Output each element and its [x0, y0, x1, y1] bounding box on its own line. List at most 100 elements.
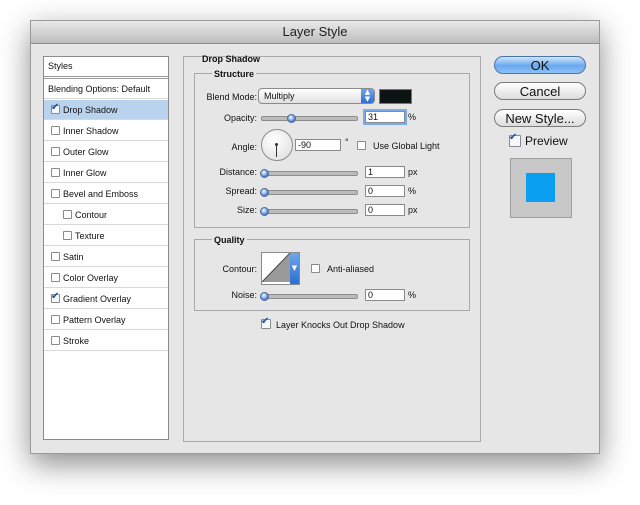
style-item-outer-glow[interactable]: Outer Glow [44, 142, 168, 162]
size-field[interactable]: 0 [365, 204, 405, 216]
style-item-checkbox[interactable] [51, 273, 60, 282]
size-value: 0 [368, 205, 374, 215]
cancel-button[interactable]: Cancel [494, 82, 586, 100]
style-item-label: Inner Shadow [63, 126, 119, 136]
style-item-label: Bevel and Emboss [63, 189, 139, 199]
contour-picker[interactable]: ▼ [261, 252, 300, 285]
angle-label: Angle: [231, 142, 257, 152]
style-item-checkbox[interactable] [51, 189, 60, 198]
style-item-checkbox[interactable] [51, 291, 60, 303]
noise-slider[interactable] [260, 292, 358, 301]
angle-dial-needle [276, 145, 277, 157]
anti-aliased-label: Anti-aliased [327, 264, 375, 274]
opacity-field[interactable]: 31 [365, 111, 405, 123]
anti-aliased-checkbox[interactable] [311, 264, 320, 273]
style-item-checkbox[interactable] [63, 231, 72, 240]
style-item-label: Blending Options: Default [48, 84, 151, 94]
angle-value: -90 [298, 140, 312, 150]
style-item-drop-shadow[interactable]: Drop Shadow [44, 100, 168, 120]
style-item-label: Stroke [63, 336, 90, 346]
style-item-satin[interactable]: Satin [44, 247, 168, 267]
noise-slider-thumb[interactable] [260, 292, 269, 301]
opacity-slider-thumb[interactable] [287, 114, 297, 123]
contour-dropdown-arrow-icon[interactable]: ▼ [290, 253, 299, 284]
style-item-label: Satin [63, 252, 84, 262]
distance-field[interactable]: 1 [365, 166, 405, 178]
new-style-button[interactable]: New Style... [494, 109, 586, 127]
drop-shadow-panel: Drop Shadow Structure Blend Mode: Multip… [183, 54, 481, 442]
popup-arrows-icon: ▲ ▼ [361, 89, 374, 103]
styles-header[interactable]: Styles [44, 57, 168, 79]
style-item-gradient-overlay[interactable]: Gradient Overlay [44, 289, 168, 309]
style-item-label: Gradient Overlay [63, 294, 132, 304]
style-item-checkbox[interactable] [51, 336, 60, 345]
style-item-label: Contour [75, 210, 108, 220]
size-unit: px [408, 205, 418, 215]
style-item-color-overlay[interactable]: Color Overlay [44, 268, 168, 288]
use-global-light-checkbox[interactable] [357, 141, 366, 150]
style-item-checkbox[interactable] [51, 126, 60, 135]
blend-mode-label: Blend Mode: [206, 92, 257, 102]
style-item-inner-shadow[interactable]: Inner Shadow [44, 121, 168, 141]
opacity-label: Opacity: [223, 113, 257, 123]
noise-unit: % [408, 290, 417, 300]
layer-knocks-out-label: Layer Knocks Out Drop Shadow [276, 320, 405, 330]
style-item-stroke[interactable]: Stroke [44, 331, 168, 351]
noise-field[interactable]: 0 [365, 289, 405, 301]
style-item-bevel-and-emboss[interactable]: Bevel and Emboss [44, 184, 168, 204]
blend-mode-value: Multiply [264, 91, 295, 101]
spread-slider-thumb[interactable] [260, 188, 269, 197]
style-item-checkbox[interactable] [51, 252, 60, 261]
style-item-checkbox[interactable] [51, 315, 60, 324]
angle-degree-unit: ° [345, 137, 349, 147]
style-item-checkbox[interactable] [51, 147, 60, 156]
preview-swatch [526, 173, 555, 202]
contour-linear-icon [262, 253, 290, 282]
size-label: Size: [236, 205, 257, 215]
layer-knocks-out-checkbox[interactable] [261, 316, 271, 329]
angle-field[interactable]: -90 [295, 139, 341, 151]
angle-dial-center [275, 143, 278, 146]
size-slider[interactable] [260, 207, 358, 216]
contour-label: Contour: [222, 264, 257, 274]
styles-header-label: Styles [48, 61, 73, 71]
drop-shadow-title: Drop Shadow [202, 54, 260, 64]
spread-slider[interactable] [260, 188, 358, 197]
spread-field[interactable]: 0 [365, 185, 405, 197]
title-bar[interactable]: Layer Style [31, 21, 599, 44]
style-item-pattern-overlay[interactable]: Pattern Overlay [44, 310, 168, 330]
spread-label: Spread: [225, 186, 257, 196]
layer-style-dialog: Layer Style Styles Blending Options: Def… [30, 20, 600, 454]
noise-value: 0 [368, 290, 374, 300]
style-item-texture[interactable]: Texture [44, 226, 168, 246]
opacity-unit: % [408, 112, 417, 122]
style-item-label: Texture [75, 231, 105, 241]
style-item-checkbox[interactable] [63, 210, 72, 219]
opacity-value: 31 [368, 112, 379, 122]
distance-slider-thumb[interactable] [260, 169, 269, 178]
window-title: Layer Style [282, 24, 348, 39]
styles-list: Styles Blending Options: Default Drop Sha… [43, 56, 169, 440]
structure-title: Structure [212, 69, 257, 79]
distance-slider[interactable] [260, 169, 358, 178]
style-item-inner-glow[interactable]: Inner Glow [44, 163, 168, 183]
style-item-label: Pattern Overlay [63, 315, 126, 325]
blend-mode-select[interactable]: Multiply ▲ ▼ [258, 88, 375, 104]
angle-dial[interactable] [261, 129, 293, 161]
preview-checkbox[interactable] [509, 132, 521, 147]
ok-button[interactable]: OK [494, 56, 586, 74]
style-item-checkbox[interactable] [51, 168, 60, 177]
quality-group: Quality Contour: ▼ Anti-aliased Noise: 0… [194, 235, 470, 311]
shadow-color-swatch[interactable] [379, 89, 412, 104]
opacity-slider[interactable] [261, 114, 358, 123]
structure-group: Structure Blend Mode: Multiply ▲ ▼ Opacit… [194, 69, 470, 228]
use-global-light-label: Use Global Light [373, 141, 440, 151]
style-item-label: Color Overlay [63, 273, 119, 283]
style-item-label: Outer Glow [63, 147, 109, 157]
spread-unit: % [408, 186, 417, 196]
style-item-blending-options-default[interactable]: Blending Options: Default [44, 79, 168, 99]
style-item-contour[interactable]: Contour [44, 205, 168, 225]
size-slider-thumb[interactable] [260, 207, 269, 216]
style-item-checkbox[interactable] [51, 102, 60, 114]
spread-value: 0 [368, 186, 374, 196]
